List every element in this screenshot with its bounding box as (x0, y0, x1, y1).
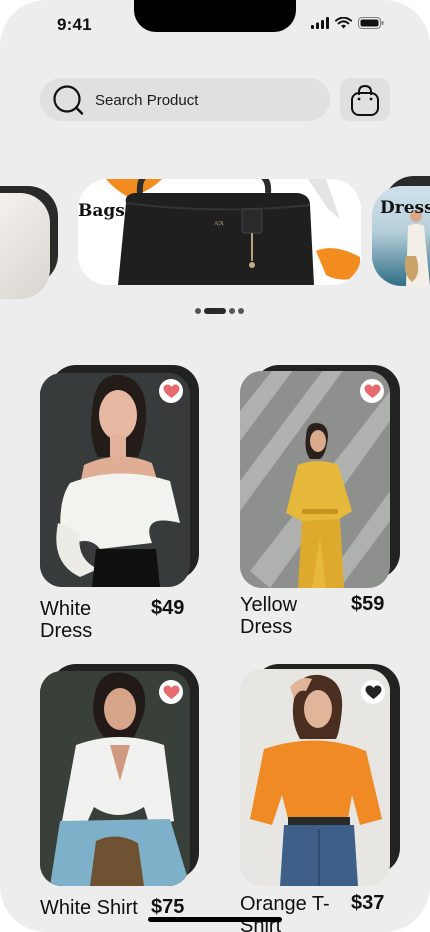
carousel-dot[interactable] (238, 308, 244, 314)
carousel-dot[interactable] (229, 308, 235, 314)
search-bar[interactable] (40, 78, 330, 121)
signal-icon (311, 17, 329, 29)
product-name: Orange T-Shirt (240, 893, 330, 932)
heart-icon (364, 384, 380, 398)
product-name: White Shirt (40, 897, 138, 919)
heart-icon (365, 685, 381, 699)
product-card-white-dress[interactable] (40, 373, 190, 587)
carousel-dot-active[interactable] (204, 308, 226, 314)
battery-icon (358, 17, 384, 29)
carousel-dot[interactable] (195, 308, 201, 314)
product-card-yellow-dress[interactable] (240, 371, 390, 588)
yellow-dress-image (240, 371, 390, 588)
status-icons (311, 17, 384, 29)
bag-product-image: A|X (106, 179, 360, 285)
favorite-button[interactable] (159, 680, 183, 704)
cart-button[interactable] (340, 78, 390, 121)
category-label-dress: Dress (380, 198, 430, 218)
wifi-icon (335, 17, 352, 29)
home-indicator[interactable] (148, 917, 282, 922)
shopping-bag-icon (351, 84, 379, 116)
search-input[interactable] (95, 89, 315, 111)
category-card-dress[interactable]: Dress (372, 186, 430, 286)
heart-icon (163, 384, 179, 398)
favorite-button[interactable] (361, 680, 385, 704)
favorite-button[interactable] (360, 379, 384, 403)
white-dress-image (40, 373, 190, 587)
status-time: 9:41 (57, 15, 92, 34)
carousel-indicator (195, 308, 244, 314)
search-icon (53, 85, 84, 115)
favorite-button[interactable] (159, 379, 183, 403)
product-price: $37 (351, 892, 385, 914)
product-name: Yellow Dress (240, 594, 298, 638)
category-card-left[interactable] (0, 193, 50, 299)
app-screen: 9:41 Search Product A|X Bags Dress White… (0, 0, 430, 932)
category-label-bags: Bags (78, 201, 125, 221)
product-price: $49 (151, 597, 185, 619)
svg-text:A|X: A|X (214, 221, 225, 227)
product-price: $59 (351, 593, 385, 615)
product-name: White Dress (40, 598, 93, 642)
category-card-bags[interactable]: A|X Bags (78, 179, 361, 285)
heart-icon (163, 685, 179, 699)
product-price: $75 (151, 896, 185, 918)
notch (134, 0, 296, 32)
